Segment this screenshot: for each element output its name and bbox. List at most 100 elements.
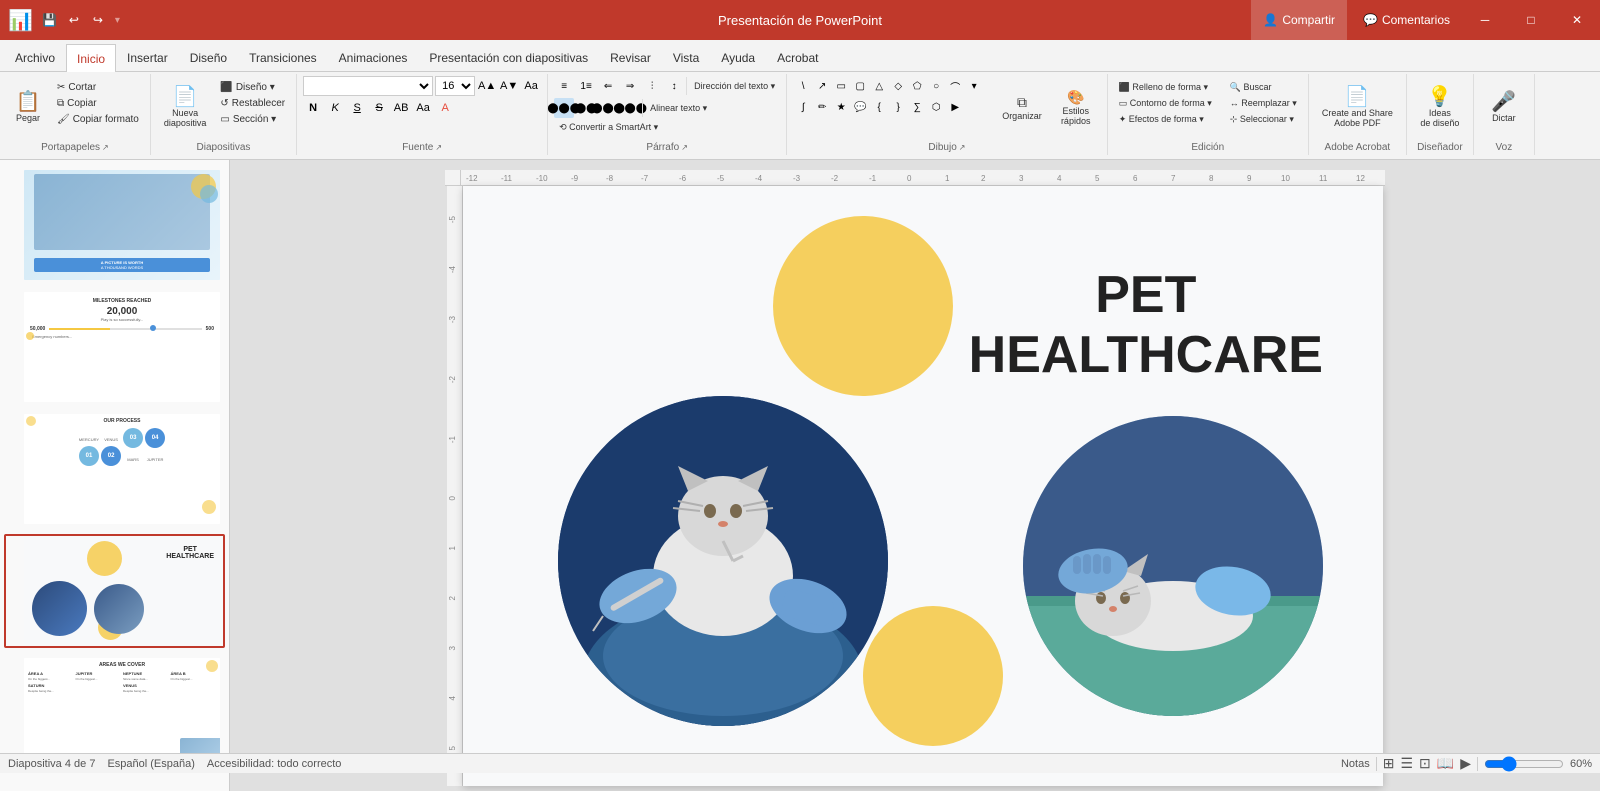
shape-rounded-button[interactable]: ▢ bbox=[850, 76, 870, 96]
quick-styles-button[interactable]: 🎨 Estilosrápidos bbox=[1051, 76, 1101, 138]
cut-button[interactable]: ✂ Cortar bbox=[52, 80, 144, 95]
shape-star-button[interactable]: ★ bbox=[831, 97, 851, 117]
close-button[interactable]: ✕ bbox=[1554, 0, 1600, 40]
slide-thumb-2[interactable]: 2 MILESTONES REACHED 20,000 Play is so s… bbox=[4, 290, 225, 404]
slide-thumb-4[interactable]: 4 PET HEALTHCARE bbox=[4, 534, 225, 648]
file-name: Presentación de PowerPoint bbox=[718, 13, 882, 28]
view-outline-button[interactable]: ☰ bbox=[1400, 755, 1413, 772]
shape-diamond-button[interactable]: ◇ bbox=[888, 76, 908, 96]
tab-acrobat[interactable]: Acrobat bbox=[766, 43, 829, 71]
dibujo-expand[interactable]: ↗ bbox=[959, 143, 966, 152]
qat-undo-button[interactable]: ↩ bbox=[63, 9, 85, 31]
shape-equation-button[interactable]: ∑ bbox=[907, 97, 927, 117]
tab-ayuda[interactable]: Ayuda bbox=[710, 43, 766, 71]
shape-circle-button[interactable]: ○ bbox=[926, 76, 946, 96]
align-text-button[interactable]: Alinear texto ▾ bbox=[645, 101, 712, 116]
tab-inicio[interactable]: Inicio bbox=[66, 44, 116, 72]
outline-button[interactable]: ▭ Contorno de forma ▾ bbox=[1114, 96, 1217, 111]
tab-revisar[interactable]: Revisar bbox=[599, 43, 662, 71]
font-size-select[interactable]: 16 bbox=[435, 76, 475, 96]
indent-more-button[interactable]: ⇒ bbox=[620, 76, 640, 96]
minimize-button[interactable]: ─ bbox=[1462, 0, 1508, 40]
shape-action-button[interactable]: ▶ bbox=[945, 97, 965, 117]
find-button[interactable]: 🔍 Buscar bbox=[1225, 80, 1302, 95]
copy-button[interactable]: ⧉ Copiar bbox=[52, 96, 144, 111]
format-painter-button[interactable]: 🖌 Copiar formato bbox=[52, 112, 144, 127]
ribbon-group-dibujo: \ ↗ ▭ ▢ △ ◇ ⬠ ○ ⌒ ▾ ∫ ✏ ★ 💬 { bbox=[787, 74, 1108, 155]
dictate-button[interactable]: 🎤 Dictar bbox=[1480, 76, 1528, 138]
shape-bracket-button[interactable]: { bbox=[869, 97, 889, 117]
effects-button[interactable]: ✦ Efectos de forma ▾ bbox=[1114, 112, 1217, 127]
fill-color-button[interactable]: ⬛ Relleno de forma ▾ bbox=[1114, 80, 1217, 95]
bold-button[interactable]: N bbox=[303, 98, 323, 118]
tab-vista[interactable]: Vista bbox=[662, 43, 710, 71]
shape-arrow-button[interactable]: ↗ bbox=[812, 76, 832, 96]
align-left-button[interactable]: ⬤⬤⬤ bbox=[554, 98, 574, 118]
shape-line-button[interactable]: \ bbox=[793, 76, 813, 96]
shape-arc-button[interactable]: ⌒ bbox=[945, 76, 965, 96]
new-slide-button[interactable]: 📄 Nuevadiapositiva bbox=[157, 76, 214, 138]
arrange-button[interactable]: ⧉ Organizar bbox=[995, 76, 1049, 138]
slide-preview-3: OUR PROCESS MERCURY 01 VENUS 02 bbox=[24, 414, 220, 524]
slide-thumb-1[interactable]: 1 A PICTURE IS WORTH A THOUSAND WORDS bbox=[4, 168, 225, 282]
notes-button[interactable]: Notas bbox=[1341, 758, 1370, 770]
tab-animaciones[interactable]: Animaciones bbox=[328, 43, 419, 71]
line-spacing-button[interactable]: ↕ bbox=[664, 76, 684, 96]
tab-diseno[interactable]: Diseño bbox=[179, 43, 238, 71]
section-button[interactable]: ▭ Sección ▾ bbox=[215, 112, 290, 127]
underline-button[interactable]: S bbox=[347, 98, 367, 118]
increase-font-button[interactable]: A▲ bbox=[477, 76, 497, 96]
reset-button[interactable]: ↺ Restablecer bbox=[215, 96, 290, 111]
font-family-select[interactable] bbox=[303, 76, 433, 96]
shape-rect-button[interactable]: ▭ bbox=[831, 76, 851, 96]
shape-freeform-button[interactable]: ✏ bbox=[812, 97, 832, 117]
view-normal-button[interactable]: ⊞ bbox=[1383, 755, 1395, 772]
columns-button[interactable]: ⫶ bbox=[642, 76, 662, 96]
justify-button[interactable]: ⬤⬤⬤ bbox=[620, 98, 640, 118]
char-spacing-button[interactable]: Aa bbox=[413, 98, 433, 118]
parrafo-expand[interactable]: ↗ bbox=[681, 143, 688, 152]
select-button[interactable]: ⊹ Seleccionar ▾ bbox=[1225, 112, 1302, 127]
layout-button[interactable]: ⬛ Diseño ▾ bbox=[215, 80, 290, 95]
tab-transiciones[interactable]: Transiciones bbox=[238, 43, 328, 71]
view-slideshow-button[interactable]: ▶ bbox=[1460, 755, 1471, 772]
portapapeles-expand[interactable]: ↗ bbox=[102, 143, 109, 152]
slide-preview-4: PET HEALTHCARE bbox=[24, 536, 220, 646]
shape-triangle-button[interactable]: △ bbox=[869, 76, 889, 96]
comments-button[interactable]: 💬 Comentarios bbox=[1351, 0, 1462, 40]
shape-flow-button[interactable]: ⬡ bbox=[926, 97, 946, 117]
numbering-button[interactable]: 1≡ bbox=[576, 76, 596, 96]
convert-smartart-button[interactable]: ⟲ Convertir a SmartArt ▾ bbox=[554, 120, 663, 135]
share-button[interactable]: 👤 Compartir bbox=[1251, 0, 1347, 40]
font-color-button[interactable]: A bbox=[435, 98, 455, 118]
create-pdf-button[interactable]: 📄 Create and ShareAdobe PDF bbox=[1315, 76, 1400, 138]
slide-thumb-3[interactable]: 3 OUR PROCESS MERCURY 01 VENUS bbox=[4, 412, 225, 526]
bullets-button[interactable]: ≡ bbox=[554, 76, 574, 96]
maximize-button[interactable]: □ bbox=[1508, 0, 1554, 40]
yellow-circle-top bbox=[773, 216, 953, 396]
tab-archivo[interactable]: Archivo bbox=[4, 43, 66, 71]
clear-formatting-button[interactable]: Aa bbox=[521, 76, 541, 96]
shape-brace-button[interactable]: } bbox=[888, 97, 908, 117]
paste-button[interactable]: 📋 Pegar bbox=[6, 76, 50, 138]
fuente-expand[interactable]: ↗ bbox=[435, 143, 442, 152]
view-reading-button[interactable]: 📖 bbox=[1437, 755, 1454, 772]
shape-curve-button[interactable]: ∫ bbox=[793, 97, 813, 117]
zoom-slider[interactable] bbox=[1484, 756, 1564, 772]
qat-save-button[interactable]: 💾 bbox=[39, 9, 61, 31]
shadow-button[interactable]: AB bbox=[391, 98, 411, 118]
text-direction-button[interactable]: Dirección del texto ▾ bbox=[689, 79, 780, 94]
italic-button[interactable]: K bbox=[325, 98, 345, 118]
shape-pentagon-button[interactable]: ⬠ bbox=[907, 76, 927, 96]
tab-insertar[interactable]: Insertar bbox=[116, 43, 179, 71]
strikethrough-button[interactable]: S bbox=[369, 98, 389, 118]
shape-callout-button[interactable]: 💬 bbox=[850, 97, 870, 117]
view-sorter-button[interactable]: ⊡ bbox=[1419, 755, 1431, 772]
indent-less-button[interactable]: ⇐ bbox=[598, 76, 618, 96]
tab-presentacion[interactable]: Presentación con diapositivas bbox=[418, 43, 599, 71]
design-ideas-button[interactable]: 💡 Ideas de diseño bbox=[1413, 76, 1467, 138]
decrease-font-button[interactable]: A▼ bbox=[499, 76, 519, 96]
replace-button[interactable]: ↔ Reemplazar ▾ bbox=[1225, 96, 1302, 111]
shapes-more-button[interactable]: ▾ bbox=[964, 76, 984, 96]
qat-redo-button[interactable]: ↪ bbox=[87, 9, 109, 31]
